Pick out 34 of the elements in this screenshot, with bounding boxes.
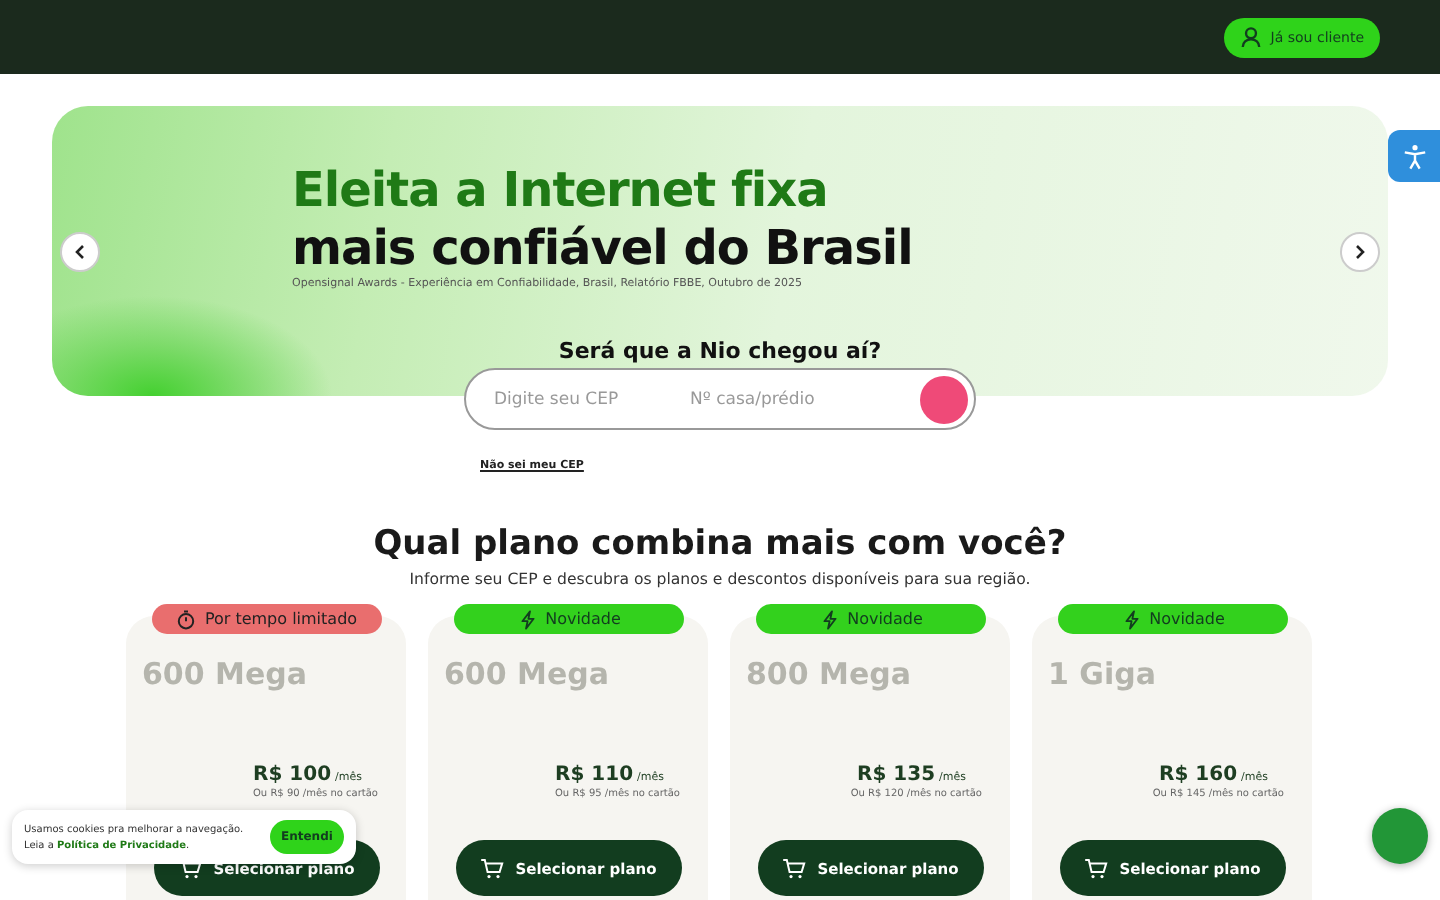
plan-speed: 800 Mega: [746, 656, 911, 692]
plan-price: R$ 135: [857, 764, 936, 786]
hero-title: Eleita a Internet fixa: [292, 162, 830, 220]
hero-title: mais confiável do Brasil: [292, 220, 913, 277]
chevron-left-icon: [72, 244, 88, 260]
cart-icon: [781, 857, 806, 879]
plan-speed: 600 Mega: [444, 656, 609, 692]
cart-icon: [479, 857, 504, 879]
chat-button[interactable]: [1372, 808, 1428, 864]
badge-label: Novidade: [1149, 610, 1225, 628]
user-icon: [1240, 26, 1263, 48]
next-slide-button[interactable]: [1340, 232, 1380, 272]
cep-input-field[interactable]: Digite seu CEP: [494, 389, 690, 409]
house-number-input-field[interactable]: Nº casa/prédio: [690, 389, 886, 409]
accessibility-icon: [1401, 143, 1427, 169]
badge-label: Novidade: [847, 610, 923, 628]
search-button[interactable]: [920, 376, 968, 424]
plan-speed: 1 Giga: [1048, 656, 1156, 692]
previous-slide-button[interactable]: [60, 232, 100, 272]
plan-price: R$ 160: [1159, 764, 1238, 786]
coverage-question: Será que a Nio chegou aí?: [556, 338, 884, 364]
chevron-right-icon: [1352, 244, 1368, 260]
section-heading: Qual plano combina mais com você?: [371, 522, 1069, 566]
lightning-icon: [1121, 609, 1142, 629]
plan-price: R$ 100: [253, 764, 332, 786]
lightning-icon: [517, 609, 538, 629]
plan-speed: 600 Mega: [142, 656, 307, 692]
stopwatch-icon: [176, 609, 197, 629]
accessibility-button[interactable]: [1388, 130, 1440, 182]
cart-icon: [1083, 857, 1108, 879]
badge-label: Novidade: [545, 610, 621, 628]
plan-price: R$ 110: [555, 764, 634, 786]
badge-label: Por tempo limitado: [204, 610, 358, 628]
lightning-icon: [819, 609, 840, 629]
